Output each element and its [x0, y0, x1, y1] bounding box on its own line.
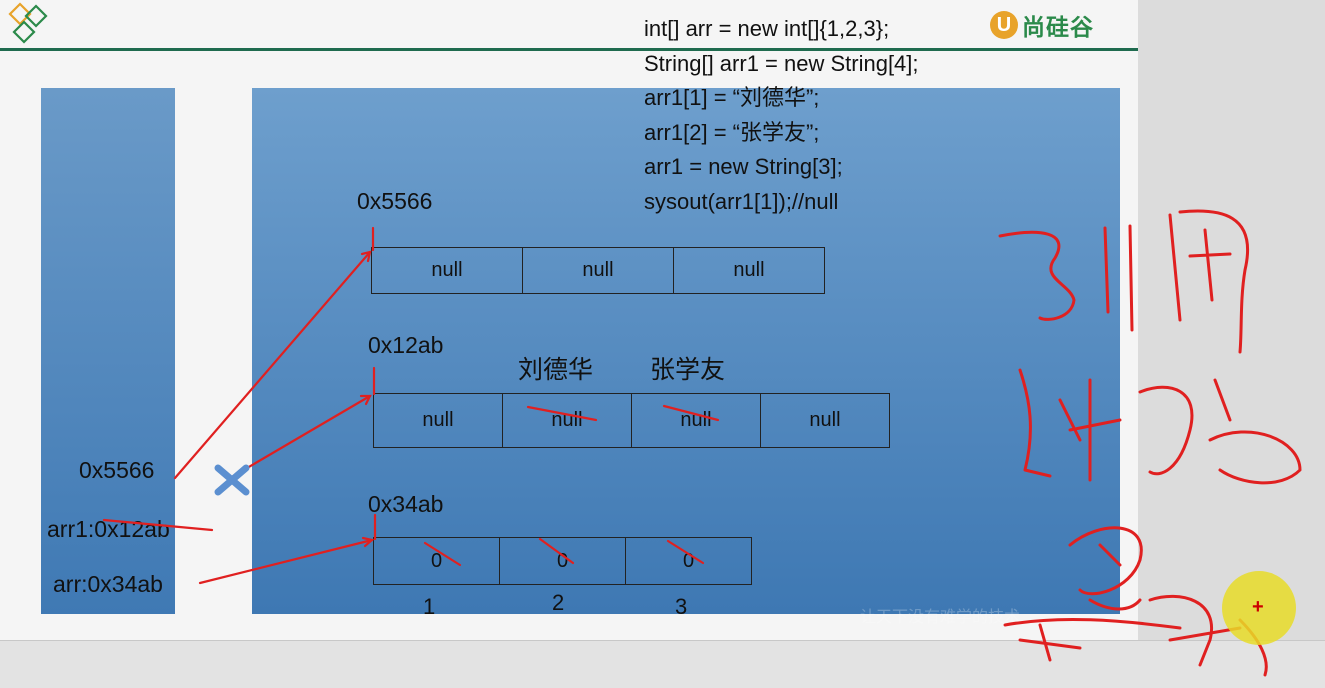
brand-name: 尚硅谷: [1022, 15, 1094, 41]
heap-address-34ab: 0x34ab: [368, 491, 444, 517]
array-cell: null: [733, 259, 765, 281]
array-cell: null: [374, 394, 503, 447]
array-cell: null: [632, 394, 761, 447]
array-cell: 0: [374, 538, 500, 584]
array-cell: null: [372, 248, 523, 293]
code-line: arr1[2] = “张学友”;: [644, 119, 820, 145]
slide: U 尚硅谷 int[] arr = new int[]{1,2,3}; Stri…: [0, 0, 1138, 640]
array-5566: null null null: [371, 247, 825, 294]
code-line: sysout(arr1[1]);//null: [644, 188, 839, 214]
cursor-plus-icon: +: [1252, 596, 1264, 618]
array-cell: null: [503, 394, 632, 447]
assigned-label-2: 张学友: [650, 355, 726, 384]
bottom-bar: [0, 640, 1325, 688]
assigned-value-3: 3: [675, 594, 688, 619]
assigned-value-2: 2: [552, 590, 565, 615]
code-block: int[] arr = new int[]{1,2,3}; String[] a…: [644, 12, 919, 219]
stack-var-arr: arr:0x34ab: [53, 571, 163, 597]
code-line: int[] arr = new int[]{1,2,3};: [644, 16, 890, 41]
assigned-value-1: 1: [423, 594, 436, 619]
diamond-logo-icon: [8, 2, 48, 44]
code-line: arr1 = new String[3];: [644, 154, 843, 179]
array-cell: 0: [500, 538, 626, 584]
brand-mark: U: [990, 11, 1018, 39]
array-cell: null: [523, 248, 674, 293]
heap-address-5566: 0x5566: [357, 188, 433, 214]
brand-logo: U 尚硅谷: [990, 8, 1094, 42]
assigned-label-1: 刘德华: [518, 355, 594, 384]
heap-address-12ab: 0x12ab: [368, 332, 444, 358]
header-rule: [0, 48, 1138, 51]
array-12ab: null null null null: [373, 393, 890, 448]
array-34ab: 0 0 0: [373, 537, 752, 585]
array-cell: null: [809, 409, 841, 431]
code-line: String[] arr1 = new String[4];: [644, 50, 919, 76]
stack-var-arr1-new: 0x5566: [79, 457, 155, 483]
code-line: arr1[1] = “刘德华”;: [644, 85, 820, 110]
watermark: 让天下没有难学的技术: [860, 607, 1021, 626]
array-cell: 0: [682, 549, 695, 572]
stack-var-arr1-old: arr1:0x12ab: [47, 516, 170, 542]
